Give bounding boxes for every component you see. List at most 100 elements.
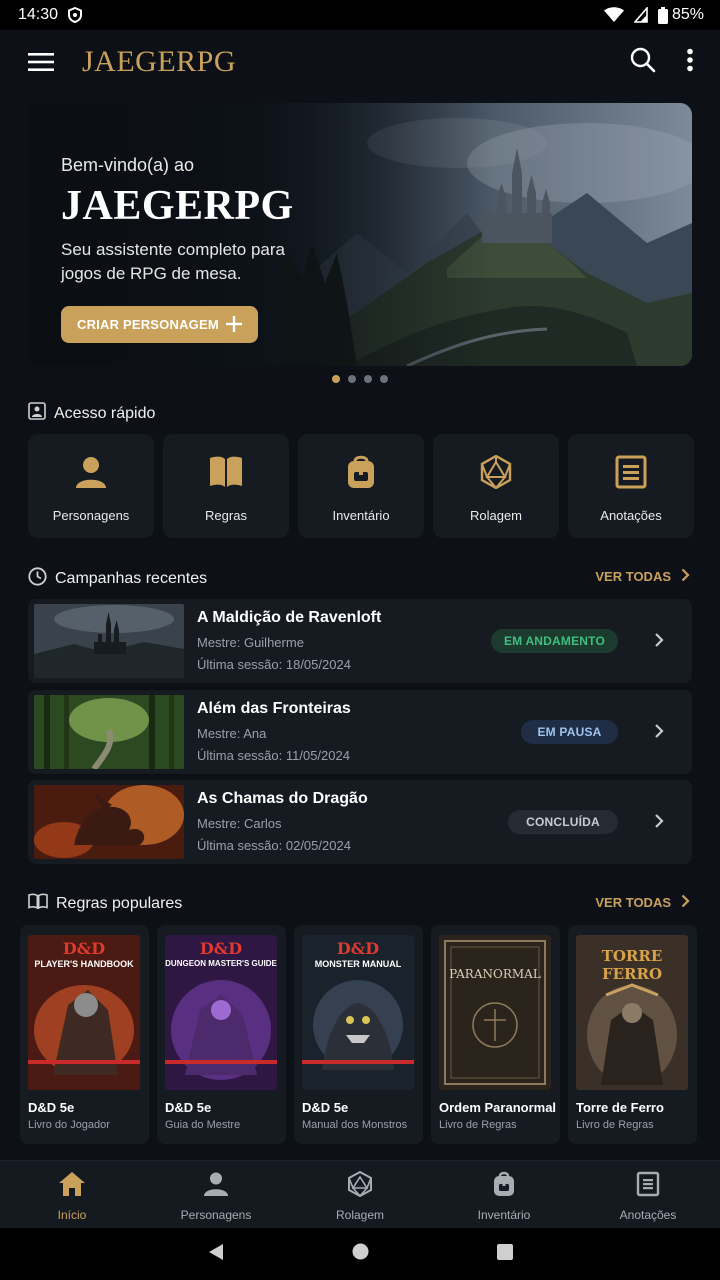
book-icon <box>28 893 48 914</box>
campaigns-heading: Campanhas recentes <box>28 567 207 591</box>
campaign-thumbnail <box>34 785 184 859</box>
cover-title: PLAYER'S HANDBOOK <box>34 959 134 969</box>
cover-title: DUNGEON MASTER'S GUIDE <box>165 959 277 968</box>
backpack-icon <box>344 455 378 494</box>
system-navigation-bar <box>0 1228 720 1280</box>
quick-access-icon <box>28 402 46 425</box>
quick-tile-anotacoes[interactable]: Anotações <box>568 434 694 538</box>
create-character-button[interactable]: CRIAR PERSONAGEM <box>61 306 258 343</box>
chevron-right-icon[interactable] <box>654 723 664 744</box>
create-character-label: CRIAR PERSONAGEM <box>77 317 219 332</box>
cover-brand: D&D <box>199 939 243 958</box>
hero-title: JAEGERPG <box>61 183 294 229</box>
campaign-master: Mestre: Carlos <box>197 816 282 831</box>
chevron-right-icon <box>681 894 690 911</box>
quick-tile-label: Rolagem <box>469 508 523 523</box>
carousel-dot[interactable] <box>348 375 356 383</box>
book-title: D&D 5e <box>28 1100 75 1115</box>
campaign-last-session: Última sessão: 02/05/2024 <box>197 838 351 853</box>
book-cover: PARANORMAL <box>439 935 551 1090</box>
plus-icon <box>224 314 244 337</box>
rule-book-card[interactable]: TORRE FERRO Torre de Ferro Livro de Regr… <box>568 925 697 1144</box>
nav-item-personagens[interactable]: Personagens <box>144 1161 288 1228</box>
rule-book-card[interactable]: PARANORMAL Ordem Paranormal Livro de Reg… <box>431 925 560 1144</box>
quick-tile-label: Anotações <box>600 508 662 523</box>
quick-tile-personagens[interactable]: Personagens <box>28 434 154 538</box>
book-subtitle: Livro de Regras <box>576 1119 654 1131</box>
book-icon <box>208 455 244 494</box>
nav-label: Inventário <box>477 1208 531 1222</box>
clock-icon <box>28 567 47 591</box>
nav-label: Personagens <box>180 1208 252 1222</box>
book-subtitle: Livro de Regras <box>439 1119 517 1131</box>
nav-item-inventario[interactable]: Inventário <box>432 1161 576 1228</box>
status-badge: EM PAUSA <box>521 720 618 744</box>
campaign-thumbnail <box>34 604 184 678</box>
person-icon <box>74 455 108 494</box>
campaigns-see-all[interactable]: VER TODAS <box>595 568 690 585</box>
rule-book-card[interactable]: D&D PLAYER'S HANDBOOK D&D 5e Livro do Jo… <box>20 925 149 1144</box>
book-title: Torre de Ferro <box>576 1100 664 1115</box>
signal-icon <box>633 7 648 23</box>
chevron-right-icon <box>681 568 690 585</box>
status-badge: CONCLUÍDA <box>508 810 618 834</box>
app-bar: JAEGERPG <box>0 30 720 94</box>
campaign-card[interactable]: Além das Fronteiras Mestre: Ana Última s… <box>28 690 692 774</box>
home-circle-icon[interactable] <box>352 1243 369 1265</box>
quick-tile-inventario[interactable]: Inventário <box>298 434 424 538</box>
search-icon[interactable] <box>630 47 656 78</box>
chevron-right-icon[interactable] <box>654 813 664 834</box>
back-icon[interactable] <box>208 1243 224 1266</box>
rules-title: Regras populares <box>56 894 183 912</box>
rule-book-card[interactable]: D&D DUNGEON MASTER'S GUIDE D&D 5e Guia d… <box>157 925 286 1144</box>
campaign-last-session: Última sessão: 18/05/2024 <box>197 657 351 672</box>
nav-item-rolagem[interactable]: Rolagem <box>288 1161 432 1228</box>
wifi-icon <box>603 7 624 23</box>
campaign-name: A Maldição de Ravenloft <box>197 609 382 626</box>
nav-label: Início <box>57 1208 87 1222</box>
carousel-dot[interactable] <box>364 375 372 383</box>
rules-heading: Regras populares <box>28 893 182 914</box>
cover-title: MONSTER MANUAL <box>314 959 402 969</box>
quick-tile-rolagem[interactable]: Rolagem <box>433 434 559 538</box>
campaign-master: Mestre: Guilherme <box>197 635 304 650</box>
book-subtitle: Livro do Jogador <box>28 1119 110 1131</box>
hero-banner[interactable]: Bem-vindo(a) ao JAEGERPG Seu assistente … <box>27 103 692 366</box>
book-subtitle: Guia do Mestre <box>165 1119 241 1131</box>
quick-access-title: Acesso rápido <box>54 404 156 422</box>
quick-tile-label: Personagens <box>52 508 130 523</box>
rules-carousel: D&D PLAYER'S HANDBOOK D&D 5e Livro do Jo… <box>20 925 697 1144</box>
book-cover: D&D MONSTER MANUAL <box>302 935 414 1090</box>
quick-tile-regras[interactable]: Regras <box>163 434 289 538</box>
status-badge: EM ANDAMENTO <box>491 629 618 653</box>
nav-label: Rolagem <box>335 1208 385 1222</box>
quick-tile-label: Inventário <box>332 508 390 523</box>
rules-see-all[interactable]: VER TODAS <box>595 894 690 911</box>
book-title: D&D 5e <box>302 1100 349 1115</box>
recents-icon[interactable] <box>496 1243 513 1265</box>
home-icon <box>58 1171 86 1202</box>
more-vert-icon[interactable] <box>686 48 694 77</box>
campaign-card[interactable]: A Maldição de Ravenloft Mestre: Guilherm… <box>28 599 692 683</box>
notes-icon <box>636 1171 660 1202</box>
shield-icon <box>68 7 83 23</box>
see-all-label: VER TODAS <box>595 895 671 910</box>
quick-tile-label: Regras <box>205 508 247 523</box>
cover-brand: D&D <box>62 939 106 958</box>
carousel-dot[interactable] <box>332 375 340 383</box>
app-logo: JAEGERPG <box>82 45 237 78</box>
cover-brand: D&D <box>336 939 380 958</box>
cover-title: PARANORMAL <box>449 967 541 981</box>
book-cover: TORRE FERRO <box>576 935 688 1090</box>
chevron-right-icon[interactable] <box>654 632 664 653</box>
book-title: D&D 5e <box>165 1100 212 1115</box>
menu-icon[interactable] <box>28 49 54 75</box>
carousel-dot[interactable] <box>380 375 388 383</box>
quick-access-heading: Acesso rápido <box>28 402 155 425</box>
nav-item-anotacoes[interactable]: Anotações <box>576 1161 720 1228</box>
nav-label: Anotações <box>619 1208 677 1222</box>
campaign-card[interactable]: As Chamas do Dragão Mestre: Carlos Últim… <box>28 780 692 864</box>
rule-book-card[interactable]: D&D MONSTER MANUAL D&D 5e Manual dos Mon… <box>294 925 423 1144</box>
notes-icon <box>615 455 647 494</box>
nav-item-inicio[interactable]: Início <box>0 1161 144 1228</box>
